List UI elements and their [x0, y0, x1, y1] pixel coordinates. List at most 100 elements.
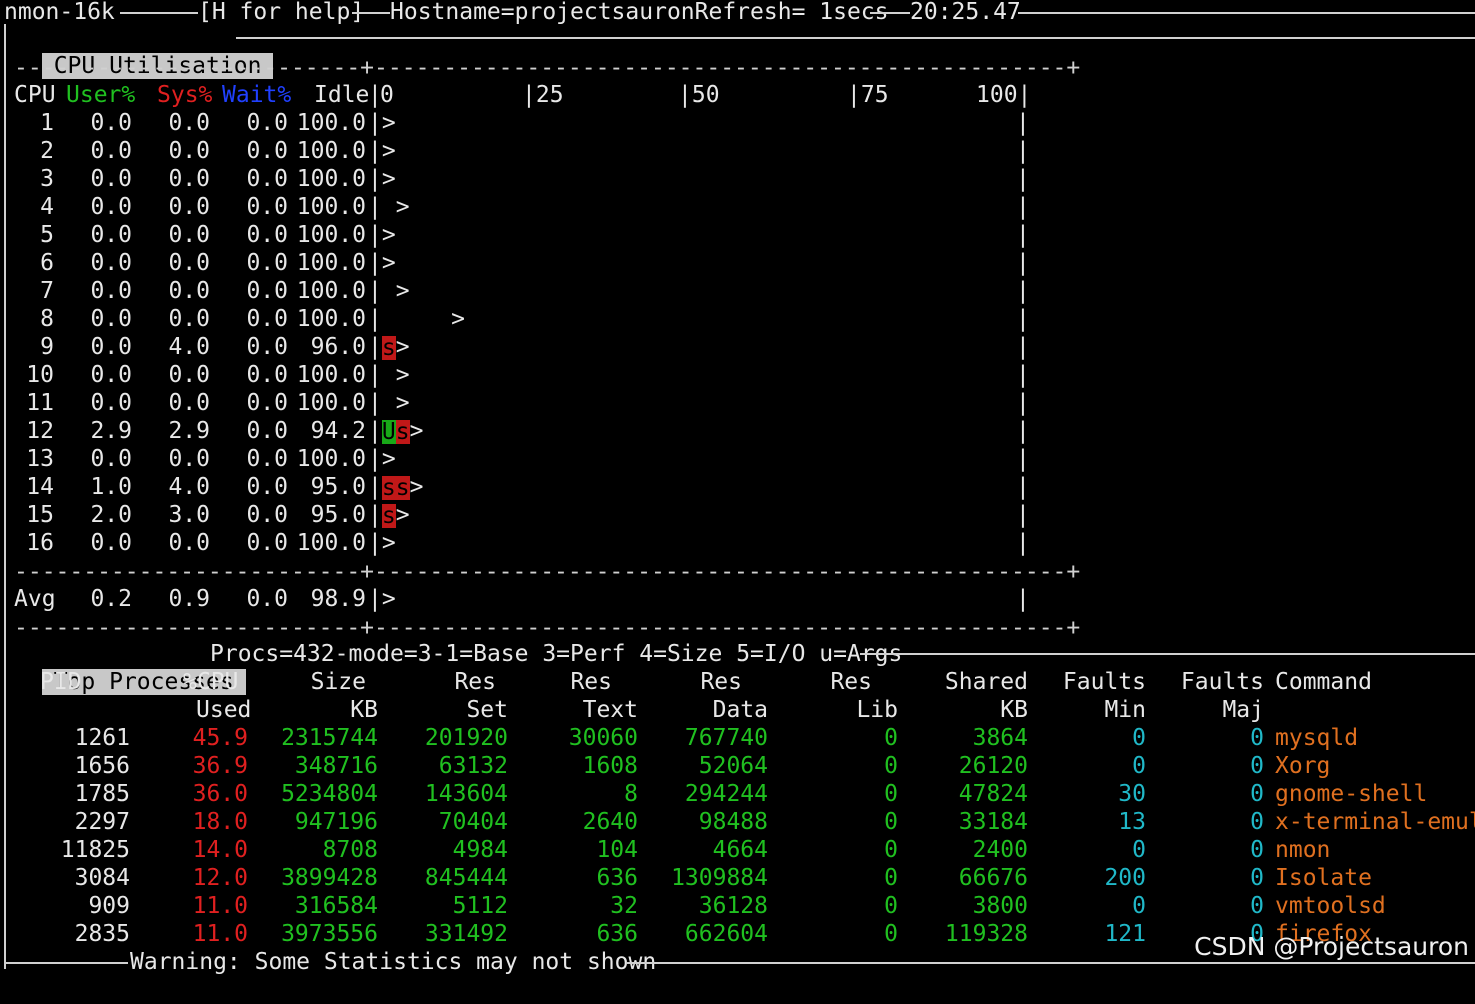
proc-faults-min: 30 — [1118, 781, 1146, 807]
proc-res-text: 30060 — [568, 725, 638, 751]
col-res-set: Res — [454, 669, 496, 695]
cpu-idle: 94.2 — [310, 418, 366, 444]
bar-end: | — [1016, 222, 1030, 248]
proc-faults-min: 13 — [1118, 809, 1146, 835]
proc-faults-min: 121 — [1104, 921, 1146, 947]
proc-faults-maj: 0 — [1250, 753, 1264, 779]
proc-res-set: 143604 — [424, 781, 508, 807]
bar-pad — [382, 306, 451, 332]
cpu-idle: 100.0 — [296, 194, 366, 220]
cpu-id: 16 — [26, 530, 54, 556]
user-block: U — [381, 418, 396, 445]
cpu-usage-bar: |> — [368, 446, 396, 472]
proc-faults-maj: 0 — [1250, 725, 1264, 751]
cpu-user: 0.0 — [90, 250, 132, 276]
cpu-id: 4 — [40, 194, 54, 220]
cpu-row: 10 0.0 0.0 0.0 100.0 | > | — [0, 361, 1475, 389]
col-user: User% — [66, 82, 136, 108]
title-divider — [870, 12, 910, 14]
proc-cpu: 12.0 — [192, 865, 248, 891]
bar-end: | — [1016, 390, 1030, 416]
scale-0: 0 — [380, 82, 394, 108]
proc-res-text: 636 — [596, 921, 638, 947]
cpu-user: 0.0 — [90, 530, 132, 556]
cpu-idle: 100.0 — [296, 530, 366, 556]
proc-info: Procs=432-mode=3-1=Base 3=Perf 4=Size 5=… — [210, 641, 903, 667]
col-faults-maj-sub: Maj — [1222, 697, 1264, 723]
cpu-wait: 0.0 — [246, 110, 288, 136]
cpu-usage-bar: | > — [368, 278, 410, 304]
cpu-row: 4 0.0 0.0 0.0 100.0 | > | — [0, 193, 1475, 221]
cpu-row: 15 2.0 3.0 0.0 95.0 |s> | — [0, 501, 1475, 529]
watermark: CSDN @Projectsauron — [1194, 932, 1469, 961]
sys-block: s — [381, 502, 396, 529]
proc-res-data: 294244 — [684, 781, 768, 807]
proc-size: 348716 — [294, 753, 378, 779]
proc-size: 3899428 — [281, 865, 378, 891]
proc-res-lib: 0 — [884, 809, 898, 835]
proc-faults-min: 0 — [1132, 753, 1146, 779]
bar-pad — [382, 194, 396, 220]
cpu-usage-bar: |ss> — [368, 474, 424, 501]
cpu-row: 12 2.9 2.9 0.0 94.2 |Us> | — [0, 417, 1475, 445]
cpu-id: 2 — [40, 138, 54, 164]
footer-divider — [626, 962, 1475, 964]
proc-res-text: 636 — [596, 865, 638, 891]
avg-user: 0.2 — [90, 586, 132, 612]
bar-end: | — [1016, 530, 1030, 556]
col-pid: PID — [40, 669, 82, 695]
col-cpu: CPU — [14, 82, 56, 108]
cpu-user: 0.0 — [90, 446, 132, 472]
process-row: 909 11.0 316584 5112 32 36128 0 3800 0 0 vmtoolsd — [0, 892, 1475, 920]
cpu-row: 8 0.0 0.0 0.0 100.0 | > | — [0, 305, 1475, 333]
col-res-lib: Res — [830, 669, 872, 695]
cpu-idle: 96.0 — [310, 334, 366, 360]
cpu-id: 9 — [40, 334, 54, 360]
cpu-row: 6 0.0 0.0 0.0 100.0 |> | — [0, 249, 1475, 277]
proc-pid: 1261 — [74, 725, 130, 751]
process-row: 1656 36.9 348716 63132 1608 52064 0 26120 0 0 Xorg — [0, 752, 1475, 780]
cpu-idle: 95.0 — [310, 474, 366, 500]
cpu-sys: 0.0 — [168, 222, 210, 248]
section-divider — [236, 37, 1475, 39]
proc-size: 5234804 — [281, 781, 378, 807]
proc-header-row-1: PID %CPU Size Res Res Res Res Shared Fau… — [0, 668, 1475, 696]
col-res-text-sub: Text — [582, 697, 638, 723]
cpu-user: 0.0 — [90, 334, 132, 360]
proc-faults-maj: 0 — [1250, 837, 1264, 863]
cpu-avg-row: Avg 0.2 0.9 0.0 98.9 |> | — [0, 585, 1475, 613]
cpu-user: 2.0 — [90, 502, 132, 528]
proc-faults-min: 0 — [1132, 893, 1146, 919]
title-bar: nmon-16k [H for help] Hostname=projectsa… — [0, 0, 1021, 26]
cpu-sys: 0.0 — [168, 110, 210, 136]
cpu-row: 1 0.0 0.0 0.0 100.0 |> | — [0, 109, 1475, 137]
cpu-idle: 100.0 — [296, 446, 366, 472]
cpu-sys: 0.0 — [168, 362, 210, 388]
proc-shared: 2400 — [972, 837, 1028, 863]
proc-res-lib: 0 — [884, 725, 898, 751]
proc-faults-maj: 0 — [1250, 809, 1264, 835]
avg-label: Avg — [14, 586, 56, 612]
cpu-sys: 0.0 — [168, 166, 210, 192]
proc-res-text: 2640 — [582, 809, 638, 835]
col-wait: Wait% — [222, 82, 292, 108]
cpu-idle: 100.0 — [296, 166, 366, 192]
proc-res-lib: 0 — [884, 921, 898, 947]
proc-res-data: 98488 — [698, 809, 768, 835]
proc-res-lib: 0 — [884, 837, 898, 863]
proc-header-row-2: Used KB Set Text Data Lib KB Min Maj — [0, 696, 1475, 724]
cpu-user: 0.0 — [90, 110, 132, 136]
cpu-usage-bar: | > — [368, 362, 410, 388]
proc-res-set: 63132 — [438, 753, 508, 779]
cpu-wait: 0.0 — [246, 530, 288, 556]
proc-size: 3973556 — [281, 921, 378, 947]
cpu-wait: 0.0 — [246, 166, 288, 192]
cpu-row: 9 0.0 4.0 0.0 96.0 |s> | — [0, 333, 1475, 361]
app-title: nmon-16k — [4, 0, 115, 25]
proc-res-set: 4984 — [452, 837, 508, 863]
scale-50: |50 — [678, 82, 720, 108]
cpu-wait: 0.0 — [246, 390, 288, 416]
cpu-user: 0.0 — [90, 138, 132, 164]
cpu-usage-bar: |> — [368, 138, 396, 164]
cpu-id: 14 — [26, 474, 54, 500]
